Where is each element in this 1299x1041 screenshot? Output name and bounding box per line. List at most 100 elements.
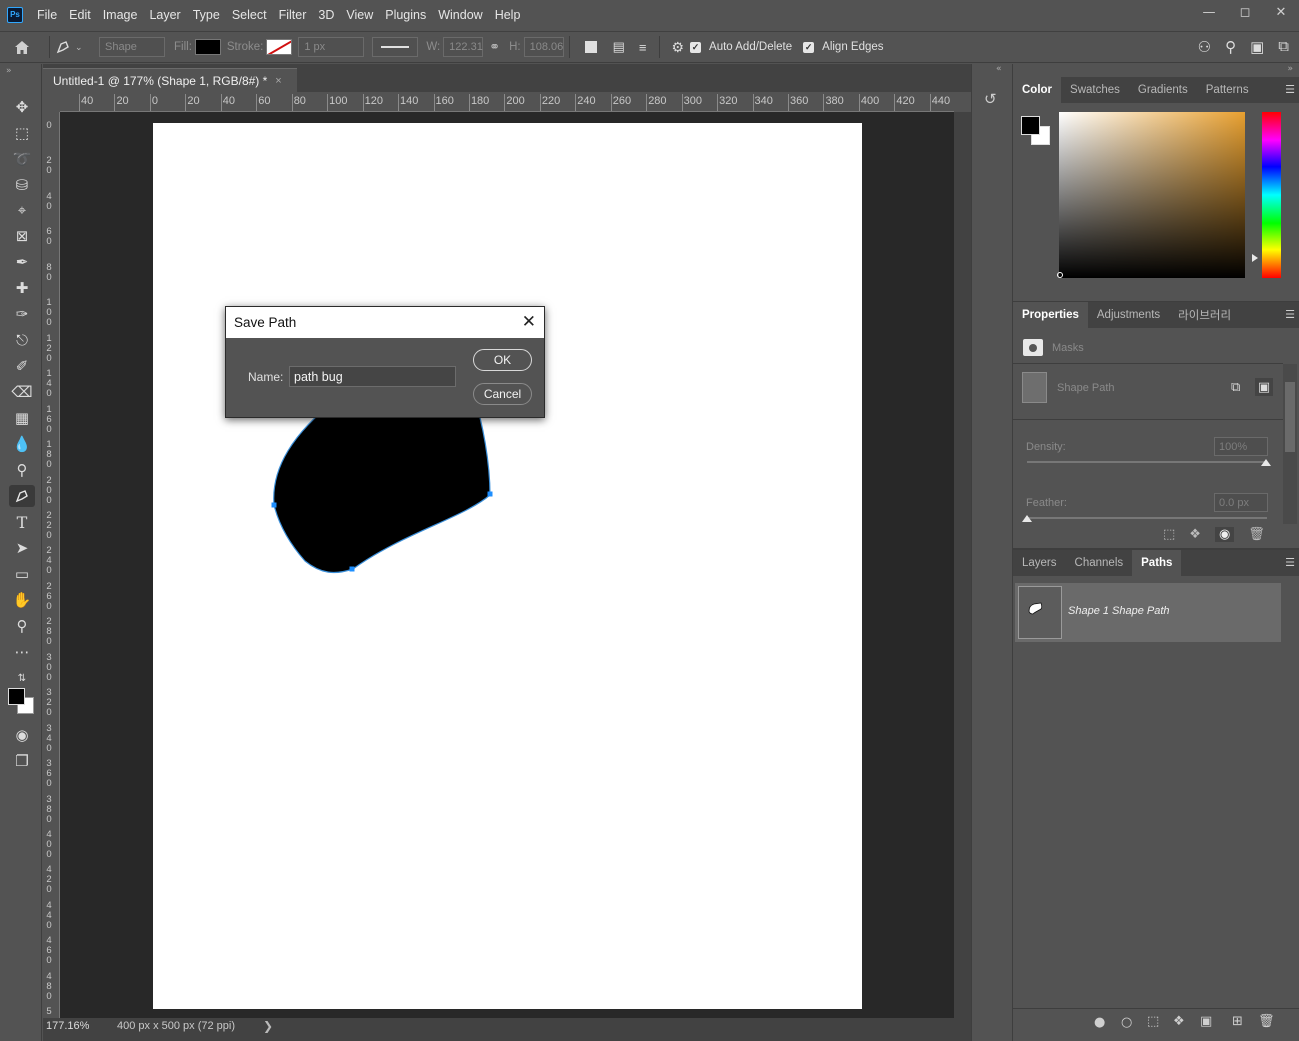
- color-picker-field[interactable]: [1057, 112, 1245, 278]
- tab-properties[interactable]: Properties: [1013, 302, 1088, 328]
- menu-window[interactable]: Window: [432, 8, 488, 22]
- tab-channels[interactable]: Channels: [1066, 550, 1133, 576]
- gear-icon[interactable]: ⚙: [671, 39, 684, 56]
- quick-mask-icon[interactable]: ◉: [9, 724, 35, 746]
- ruler-origin[interactable]: [43, 94, 60, 112]
- fill-swatch[interactable]: [194, 39, 221, 55]
- fill-path-icon[interactable]: ●: [1094, 1015, 1105, 1030]
- hue-slider[interactable]: [1262, 112, 1281, 278]
- make-work-path-icon[interactable]: ❖: [1173, 1014, 1185, 1029]
- menu-image[interactable]: Image: [97, 8, 144, 22]
- cancel-button[interactable]: Cancel: [473, 383, 532, 405]
- add-pixel-mask-icon[interactable]: ⧉: [1231, 380, 1240, 395]
- screen-mode-icon[interactable]: ❐: [9, 750, 35, 772]
- close-icon[interactable]: ✕: [522, 312, 536, 332]
- zoom-level[interactable]: 177.16%: [46, 1020, 89, 1032]
- align-edges-checkbox[interactable]: ✓: [803, 41, 815, 53]
- properties-scrollbar[interactable]: [1283, 364, 1297, 524]
- path-arrangement-icon[interactable]: ≡: [639, 40, 647, 55]
- collapse-arrows-icon[interactable]: »: [6, 66, 12, 76]
- collapse-arrows-icon[interactable]: «: [996, 64, 1002, 74]
- tab-layers[interactable]: Layers: [1013, 550, 1066, 576]
- anchor-point[interactable]: [487, 491, 493, 497]
- vertical-scrollbar[interactable]: [954, 112, 971, 1018]
- panel-menu-icon[interactable]: ☰: [1285, 308, 1295, 321]
- move-tool-icon[interactable]: ✥: [9, 96, 35, 118]
- menu-3d[interactable]: 3D: [312, 8, 340, 22]
- tab-patterns[interactable]: Patterns: [1197, 77, 1258, 103]
- stroke-swatch[interactable]: [266, 39, 293, 55]
- tab-swatches[interactable]: Swatches: [1061, 77, 1129, 103]
- density-field[interactable]: 100%: [1214, 437, 1268, 456]
- menu-plugins[interactable]: Plugins: [379, 8, 432, 22]
- blur-tool-icon[interactable]: 💧: [9, 433, 35, 455]
- clone-stamp-tool-icon[interactable]: ⎋: [9, 329, 35, 351]
- eyedropper-tool-icon[interactable]: ✒: [9, 251, 35, 273]
- trash-icon[interactable]: 🗑: [1248, 527, 1265, 542]
- tab-libraries[interactable]: 라이브러리: [1169, 302, 1240, 328]
- panel-menu-icon[interactable]: ☰: [1285, 556, 1295, 569]
- search-icon[interactable]: ⚲: [1225, 38, 1236, 56]
- density-slider[interactable]: [1027, 461, 1267, 463]
- feather-slider-thumb[interactable]: [1022, 515, 1032, 522]
- hue-slider-marker[interactable]: [1252, 254, 1258, 262]
- swap-colors-icon[interactable]: ⇅: [9, 667, 35, 689]
- maximize-button[interactable]: ◻: [1227, 0, 1263, 24]
- feather-slider[interactable]: [1027, 517, 1267, 519]
- foreground-color-swatch[interactable]: [1021, 116, 1040, 135]
- dodge-tool-icon[interactable]: ⚲: [9, 459, 35, 481]
- more-tools-icon[interactable]: ⋯: [9, 641, 35, 663]
- width-field[interactable]: 122.31: [443, 37, 484, 57]
- menu-help[interactable]: Help: [489, 8, 527, 22]
- document-tab[interactable]: Untitled-1 @ 177% (Shape 1, RGB/8#) * ×: [43, 68, 297, 92]
- menu-layer[interactable]: Layer: [143, 8, 186, 22]
- minimize-button[interactable]: —: [1191, 0, 1227, 24]
- history-panel-icon[interactable]: ↺: [984, 90, 997, 108]
- path-name-input[interactable]: [289, 366, 456, 387]
- path-selection-tool-icon[interactable]: ➤: [9, 537, 35, 559]
- hand-tool-icon[interactable]: ✋: [9, 589, 35, 611]
- tab-gradients[interactable]: Gradients: [1129, 77, 1197, 103]
- menu-edit[interactable]: Edit: [63, 8, 97, 22]
- ok-button[interactable]: OK: [473, 349, 532, 371]
- close-icon[interactable]: ×: [275, 75, 281, 87]
- horizontal-ruler[interactable]: 40 20 0 20 40 60 80 100 120 140 160 180 200 220 240 260…: [60, 94, 954, 112]
- anchor-point[interactable]: [271, 502, 277, 508]
- panel-menu-icon[interactable]: ☰: [1285, 83, 1295, 96]
- tab-adjustments[interactable]: Adjustments: [1088, 302, 1169, 328]
- pen-tool-preset-picker[interactable]: ⌄: [55, 39, 95, 55]
- scrollbar-thumb[interactable]: [1285, 382, 1295, 452]
- apply-mask-icon[interactable]: ❖: [1189, 527, 1201, 542]
- height-field[interactable]: 108.06: [523, 37, 564, 57]
- vertical-ruler[interactable]: 0 20 40 60 80 100 120 140 160 180 200 220 240 260 280 3…: [43, 112, 60, 1018]
- healing-brush-tool-icon[interactable]: ✚: [9, 277, 35, 299]
- user-search-icon[interactable]: ⚇: [1198, 38, 1211, 56]
- stroke-path-icon[interactable]: ○: [1121, 1015, 1132, 1030]
- density-slider-thumb[interactable]: [1261, 459, 1271, 466]
- menu-filter[interactable]: Filter: [273, 8, 313, 22]
- stroke-width-field[interactable]: 1 px: [298, 37, 365, 57]
- pen-tool-icon[interactable]: [9, 485, 35, 507]
- history-brush-tool-icon[interactable]: ✐: [9, 355, 35, 377]
- tab-color[interactable]: Color: [1013, 77, 1062, 103]
- load-path-as-selection-icon[interactable]: ⬚: [1147, 1014, 1159, 1029]
- path-operations-icon[interactable]: [584, 41, 597, 53]
- marquee-tool-icon[interactable]: ⬚: [9, 122, 35, 144]
- expand-arrows-icon[interactable]: »: [1287, 64, 1293, 74]
- new-path-icon[interactable]: ⊞: [1232, 1014, 1243, 1029]
- menu-select[interactable]: Select: [226, 8, 273, 22]
- trash-icon[interactable]: 🗑: [1258, 1014, 1275, 1029]
- crop-tool-icon[interactable]: ⌖: [9, 199, 35, 221]
- menu-file[interactable]: File: [31, 8, 63, 22]
- color-picker-marker[interactable]: [1057, 272, 1063, 278]
- stroke-type-select[interactable]: [372, 37, 419, 57]
- path-alignment-icon[interactable]: ▤: [613, 39, 625, 55]
- auto-add-delete-checkbox[interactable]: ✓: [690, 41, 702, 53]
- close-window-button[interactable]: ✕: [1263, 0, 1299, 24]
- path-list-item[interactable]: Shape 1 Shape Path: [1015, 583, 1281, 642]
- add-mask-icon[interactable]: ▣: [1200, 1014, 1212, 1029]
- load-selection-icon[interactable]: ⬚: [1163, 527, 1175, 542]
- eye-icon[interactable]: ◉: [1214, 527, 1235, 542]
- eraser-tool-icon[interactable]: ⌫: [9, 381, 35, 403]
- share-icon[interactable]: ⧉: [1278, 38, 1289, 56]
